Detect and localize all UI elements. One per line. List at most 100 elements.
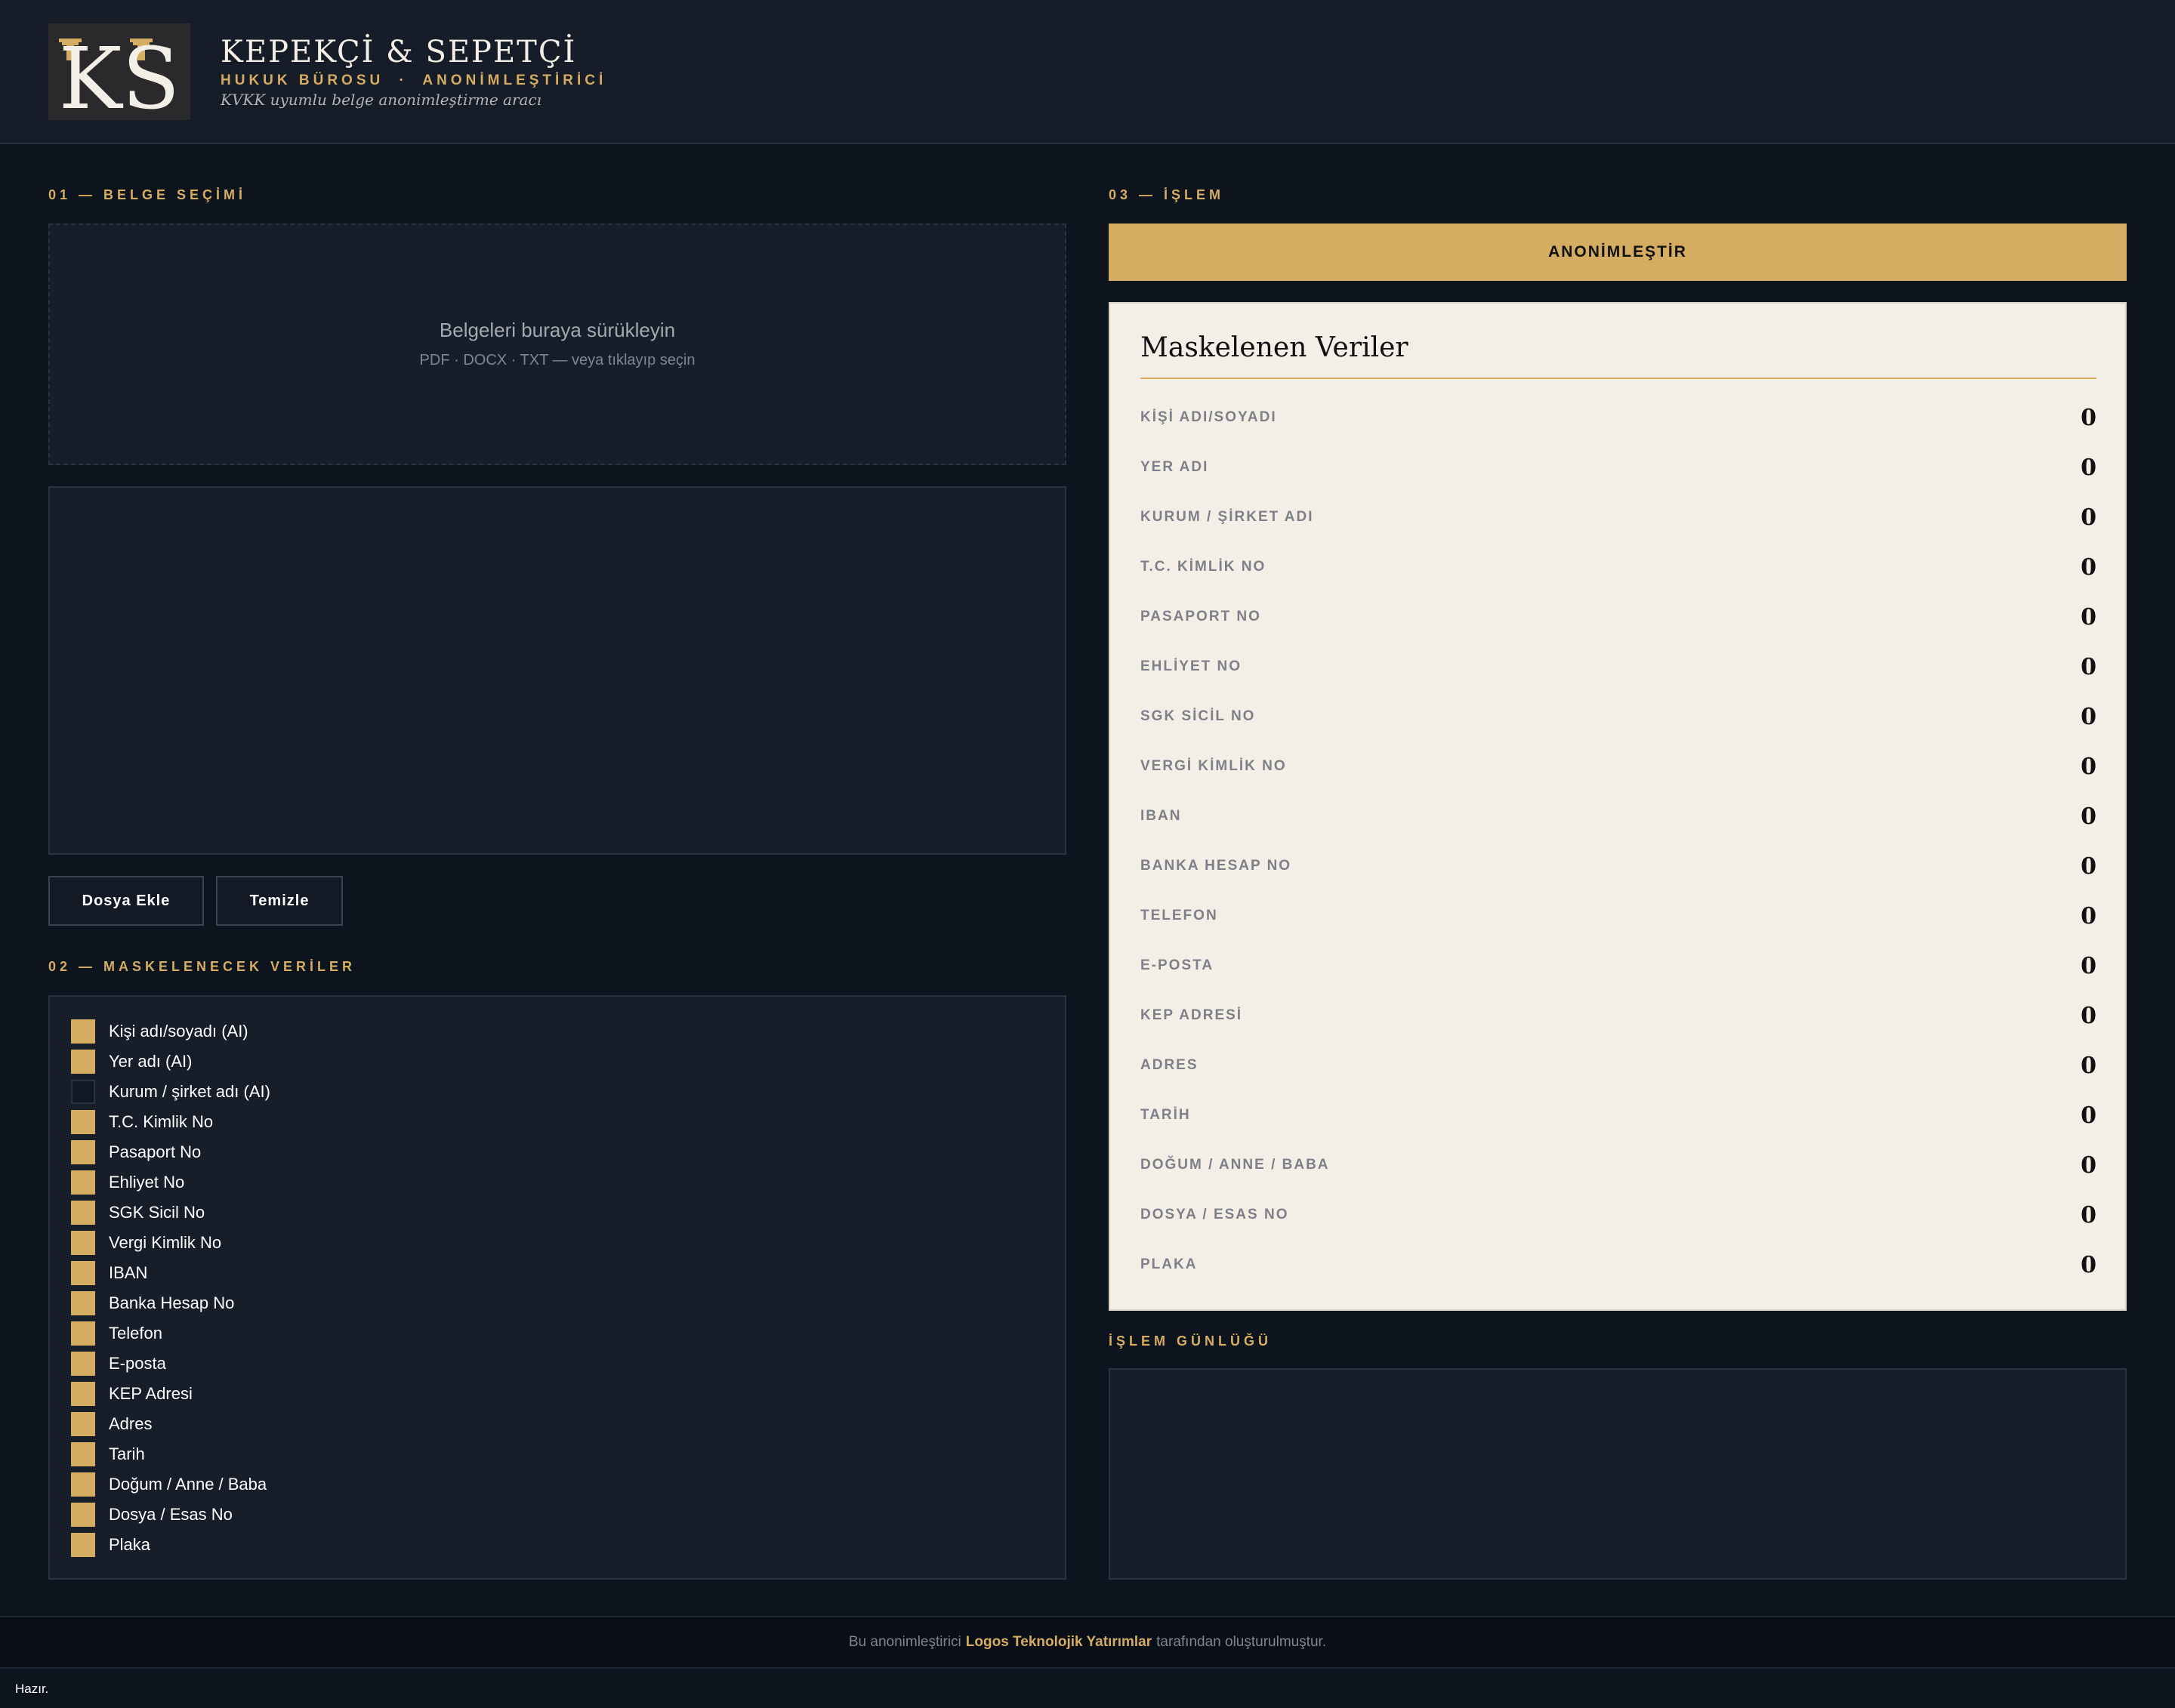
masked-count-label: DOSYA / ESAS NO bbox=[1140, 1207, 1289, 1222]
masked-count-value: 0 bbox=[2081, 1152, 2096, 1179]
mask-option[interactable]: T.C. Kimlik No bbox=[71, 1110, 213, 1134]
app-header: KS KEPEKÇİ & SEPETÇİ HUKUK BÜROSU · ANON… bbox=[0, 0, 2175, 144]
mask-option-checkbox[interactable] bbox=[71, 1321, 95, 1346]
mask-option-label: KEP Adresi bbox=[109, 1384, 193, 1403]
mask-option-label: Ehliyet No bbox=[109, 1173, 185, 1192]
mask-option-checkbox[interactable] bbox=[71, 1110, 95, 1134]
mask-option-checkbox[interactable] bbox=[71, 1080, 95, 1104]
masked-count-row: TELEFON 0 bbox=[1140, 902, 2096, 932]
mask-option[interactable]: KEP Adresi bbox=[71, 1382, 193, 1406]
mask-option[interactable]: Yer adı (AI) bbox=[71, 1050, 192, 1074]
masked-count-label: PASAPORT NO bbox=[1140, 609, 1261, 624]
masked-count-value: 0 bbox=[2081, 1053, 2096, 1079]
mask-option-checkbox[interactable] bbox=[71, 1019, 95, 1044]
masked-count-value: 0 bbox=[2081, 754, 2096, 780]
mask-option-label: Telefon bbox=[109, 1324, 162, 1343]
masked-count-value: 0 bbox=[2081, 554, 2096, 581]
add-file-button[interactable]: Dosya Ekle bbox=[48, 876, 204, 926]
masked-count-value: 0 bbox=[2081, 604, 2096, 630]
masked-count-row: KEP ADRESİ 0 bbox=[1140, 1001, 2096, 1031]
mask-option-label: T.C. Kimlik No bbox=[109, 1112, 214, 1131]
firm-logo: KS bbox=[48, 23, 190, 120]
masked-count-row: VERGİ KİMLİK NO 0 bbox=[1140, 752, 2096, 782]
masked-count-label: TARİH bbox=[1140, 1107, 1191, 1123]
mask-option[interactable]: Dosya / Esas No bbox=[71, 1503, 233, 1527]
mask-option[interactable]: Banka Hesap No bbox=[71, 1291, 234, 1315]
mask-option[interactable]: Vergi Kimlik No bbox=[71, 1231, 221, 1255]
mask-option[interactable]: Tarih bbox=[71, 1442, 145, 1466]
mask-option[interactable]: E-posta bbox=[71, 1352, 166, 1376]
mask-option[interactable]: Telefon bbox=[71, 1321, 162, 1346]
mask-option-checkbox[interactable] bbox=[71, 1472, 95, 1497]
mask-option-label: Dosya / Esas No bbox=[109, 1505, 233, 1524]
mask-option-checkbox[interactable] bbox=[71, 1291, 95, 1315]
mask-option-checkbox[interactable] bbox=[71, 1231, 95, 1255]
mask-option[interactable]: Ehliyet No bbox=[71, 1170, 184, 1195]
mask-option-label: Banka Hesap No bbox=[109, 1293, 235, 1312]
process-log[interactable] bbox=[1109, 1368, 2127, 1580]
masked-count-value: 0 bbox=[2081, 903, 2096, 930]
mask-option-checkbox[interactable] bbox=[71, 1352, 95, 1376]
results-divider bbox=[1140, 378, 2096, 379]
footer-suffix: tarafından oluşturulmuştur. bbox=[1156, 1634, 1327, 1650]
mask-option-label: Plaka bbox=[109, 1535, 151, 1554]
clear-button[interactable]: Temizle bbox=[216, 876, 343, 926]
logo-monogram: KS bbox=[59, 30, 180, 120]
mask-option-checkbox[interactable] bbox=[71, 1140, 95, 1164]
mask-option-checkbox[interactable] bbox=[71, 1201, 95, 1225]
file-list[interactable] bbox=[48, 486, 1066, 855]
mask-option[interactable]: Adres bbox=[71, 1412, 152, 1436]
mask-option-label: Yer adı (AI) bbox=[109, 1052, 193, 1071]
masked-count-row: IBAN 0 bbox=[1140, 802, 2096, 832]
results-title: Maskelenen Veriler bbox=[1140, 332, 1408, 363]
drop-zone-title: Belgeleri buraya sürükleyin bbox=[439, 319, 676, 341]
masked-count-row: KİŞİ ADI/SOYADI 0 bbox=[1140, 403, 2096, 433]
anonymize-button[interactable]: ANONİMLEŞTİR bbox=[1109, 224, 2127, 281]
masked-count-row: BANKA HESAP NO 0 bbox=[1140, 852, 2096, 882]
footer: Bu anonimleştirici Logos Teknolojik Yatı… bbox=[0, 1616, 2175, 1669]
mask-option[interactable]: Doğum / Anne / Baba bbox=[71, 1472, 267, 1497]
masked-count-label: YER ADI bbox=[1140, 459, 1209, 475]
mask-option-label: Adres bbox=[109, 1414, 153, 1433]
mask-option-checkbox[interactable] bbox=[71, 1533, 95, 1557]
mask-option-checkbox[interactable] bbox=[71, 1050, 95, 1074]
masked-count-row: PASAPORT NO 0 bbox=[1140, 603, 2096, 633]
masked-count-row: KURUM / ŞİRKET ADI 0 bbox=[1140, 503, 2096, 533]
mask-option-checkbox[interactable] bbox=[71, 1503, 95, 1527]
section-label-process-log: İŞLEM GÜNLÜĞÜ bbox=[1109, 1333, 1272, 1349]
mask-option-checkbox[interactable] bbox=[71, 1170, 95, 1195]
masked-count-label: ADRES bbox=[1140, 1057, 1199, 1073]
masked-count-value: 0 bbox=[2081, 1252, 2096, 1278]
section-label-process: 03 — İŞLEM bbox=[1109, 187, 1225, 202]
footer-company: Logos Teknolojik Yatırımlar bbox=[965, 1634, 1152, 1650]
brand-name: KEPEKÇİ & SEPETÇİ bbox=[221, 35, 577, 69]
masked-count-label: SGK SİCİL NO bbox=[1140, 708, 1256, 724]
masked-count-label: KEP ADRESİ bbox=[1140, 1007, 1243, 1023]
masked-count-row: EHLİYET NO 0 bbox=[1140, 652, 2096, 683]
mask-option[interactable]: IBAN bbox=[71, 1261, 147, 1285]
mask-option-checkbox[interactable] bbox=[71, 1442, 95, 1466]
masked-count-row: YER ADI 0 bbox=[1140, 453, 2096, 483]
masked-count-row: T.C. KİMLİK NO 0 bbox=[1140, 553, 2096, 583]
mask-option-checkbox[interactable] bbox=[71, 1382, 95, 1406]
mask-option[interactable]: Pasaport No bbox=[71, 1140, 201, 1164]
mask-option[interactable]: SGK Sicil No bbox=[71, 1201, 205, 1225]
masked-count-value: 0 bbox=[2081, 1202, 2096, 1229]
mask-option[interactable]: Plaka bbox=[71, 1533, 150, 1557]
masked-count-value: 0 bbox=[2081, 504, 2096, 531]
brand-subtitle: HUKUK BÜROSU · ANONİMLEŞTİRİCİ bbox=[221, 72, 606, 89]
mask-option-checkbox[interactable] bbox=[71, 1412, 95, 1436]
masked-count-value: 0 bbox=[2081, 803, 2096, 830]
masked-count-row: DOSYA / ESAS NO 0 bbox=[1140, 1201, 2096, 1231]
masked-count-value: 0 bbox=[2081, 455, 2096, 481]
mask-option-checkbox[interactable] bbox=[71, 1261, 95, 1285]
mask-option[interactable]: Kişi adı/soyadı (AI) bbox=[71, 1019, 248, 1044]
mask-option-label: Kurum / şirket adı (AI) bbox=[109, 1082, 270, 1101]
mask-option[interactable]: Kurum / şirket adı (AI) bbox=[71, 1080, 270, 1104]
mask-option-label: Kişi adı/soyadı (AI) bbox=[109, 1022, 248, 1041]
masked-count-label: DOĞUM / ANNE / BABA bbox=[1140, 1157, 1330, 1173]
file-drop-zone[interactable]: Belgeleri buraya sürükleyin PDF · DOCX ·… bbox=[48, 224, 1066, 465]
masked-count-row: TARİH 0 bbox=[1140, 1101, 2096, 1131]
masked-count-label: KURUM / ŞİRKET ADI bbox=[1140, 509, 1314, 525]
masked-count-label: TELEFON bbox=[1140, 908, 1218, 923]
